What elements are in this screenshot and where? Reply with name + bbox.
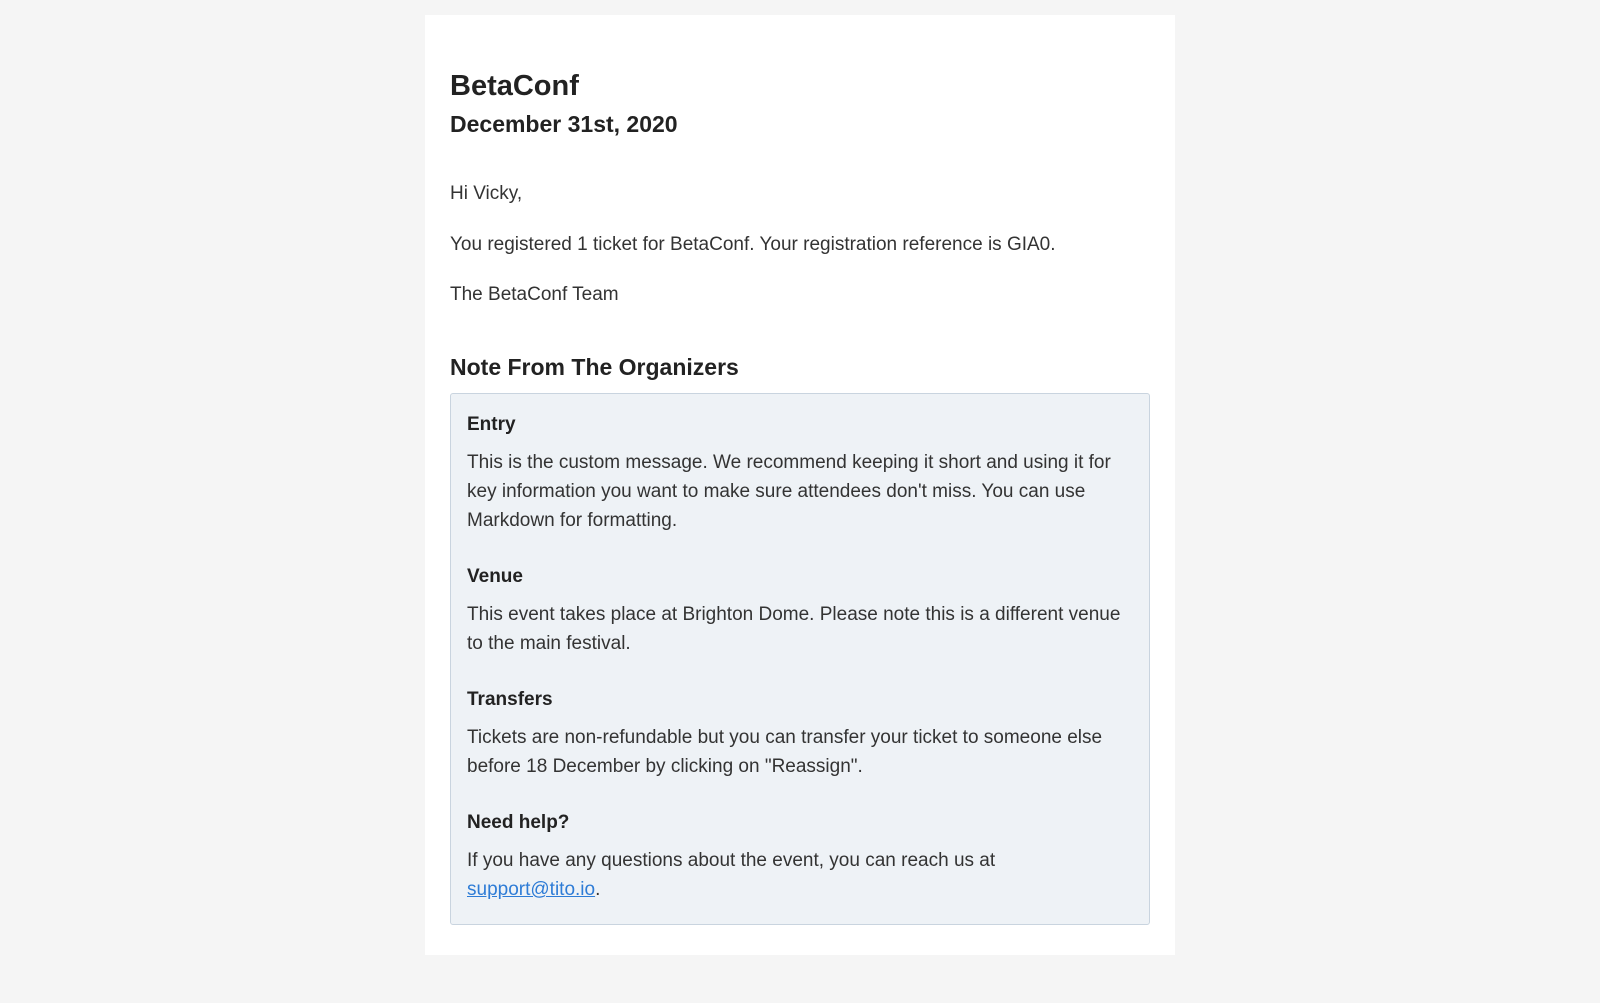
entry-text: This is the custom message. We recommend… <box>467 448 1133 536</box>
help-text: If you have any questions about the even… <box>467 846 1133 905</box>
email-container: BetaConf December 31st, 2020 Hi Vicky, Y… <box>425 15 1175 955</box>
entry-title: Entry <box>467 414 1133 436</box>
support-email-link[interactable]: support@tito.io <box>467 879 595 900</box>
help-prefix: If you have any questions about the even… <box>467 850 995 871</box>
transfers-text: Tickets are non-refundable but you can t… <box>467 723 1133 782</box>
help-suffix: . <box>595 879 600 900</box>
signoff-text: The BetaConf Team <box>450 281 1150 310</box>
greeting-text: Hi Vicky, <box>450 180 1150 209</box>
note-heading: Note From The Organizers <box>450 354 1150 381</box>
confirmation-text: You registered 1 ticket for BetaConf. Yo… <box>450 231 1150 260</box>
venue-title: Venue <box>467 566 1133 588</box>
event-date: December 31st, 2020 <box>450 111 1150 138</box>
transfers-title: Transfers <box>467 689 1133 711</box>
note-box: Entry This is the custom message. We rec… <box>450 393 1150 926</box>
help-title: Need help? <box>467 812 1133 834</box>
venue-text: This event takes place at Brighton Dome.… <box>467 600 1133 659</box>
event-title: BetaConf <box>450 70 1150 103</box>
